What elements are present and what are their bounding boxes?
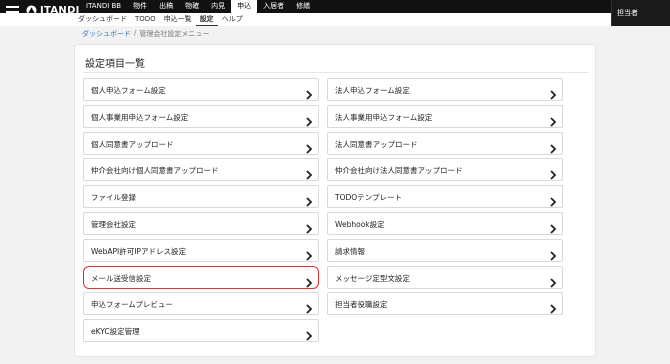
chevron-right-icon xyxy=(305,165,313,181)
settings-item[interactable]: 仲介会社向け個人同意書アップロード xyxy=(83,158,319,182)
settings-item-label: eKYC設定管理 xyxy=(91,327,140,337)
settings-item-label: 個人同意書アップロード xyxy=(91,139,174,149)
settings-item-label: メール送受信設定 xyxy=(91,273,151,283)
chevron-right-icon xyxy=(549,112,557,127)
main-nav-item-active[interactable]: 申込 xyxy=(231,0,258,13)
chevron-right-icon xyxy=(305,273,313,288)
main-nav-item[interactable]: 内見 xyxy=(205,0,231,13)
chevron-right-icon xyxy=(305,299,313,315)
title-divider xyxy=(83,72,589,73)
chevron-right-icon xyxy=(305,326,313,341)
chevron-right-icon xyxy=(549,165,557,181)
settings-item-label: Webhook設定 xyxy=(335,220,385,229)
settings-item[interactable]: 法人申込フォーム設定 xyxy=(327,78,563,101)
settings-item-label: メッセージ定型文設定 xyxy=(335,273,410,283)
settings-item-label: 担当者役職設定 xyxy=(335,300,388,310)
subnav-item-applications[interactable]: 申込一覧 xyxy=(160,13,196,26)
chevron-right-icon xyxy=(305,85,313,100)
settings-item-label: 個人事業用申込フォーム設定 xyxy=(91,112,189,122)
settings-item-label: 申込フォームプレビュー xyxy=(91,300,173,310)
settings-item[interactable]: メッセージ定型文設定 xyxy=(327,265,563,289)
settings-item[interactable]: 管理会社設定 xyxy=(83,212,319,235)
chevron-right-icon xyxy=(305,112,313,127)
settings-item[interactable]: 申込フォームプレビュー xyxy=(83,292,319,316)
breadcrumb-separator: / xyxy=(134,29,137,37)
settings-item-label: WebAPI許可IPアドレス設定 xyxy=(91,246,186,256)
chevron-right-icon xyxy=(549,299,557,315)
settings-card: 設定項目一覧 個人申込フォーム設定個人事業用申込フォーム設定 個人同意書アップロー… xyxy=(75,45,595,356)
user-menu[interactable]: 担当者 xyxy=(611,0,670,26)
settings-item-label: 仲介会社向け法人同意書アップロード xyxy=(335,166,463,176)
main-nav-item[interactable]: 入居者 xyxy=(257,0,290,13)
main-nav-item[interactable]: 出稿 xyxy=(153,0,179,13)
settings-item-label: 法人同意書アップロード xyxy=(335,139,418,149)
chevron-right-icon xyxy=(549,219,557,234)
settings-item[interactable]: 請求情報 xyxy=(327,238,563,262)
chevron-right-icon xyxy=(305,192,313,207)
subnav-item-settings[interactable]: 設定 xyxy=(195,13,218,26)
settings-item[interactable]: メール送受信設定 xyxy=(83,265,319,289)
chevron-right-icon xyxy=(305,246,313,261)
settings-item-label: 仲介会社向け個人同意書アップロード xyxy=(91,166,219,176)
settings-item[interactable]: TODOテンプレート xyxy=(327,185,563,209)
settings-item[interactable]: 個人申込フォーム設定 xyxy=(83,78,319,101)
settings-item[interactable]: 仲介会社向け法人同意書アップロード xyxy=(327,158,563,182)
settings-item-label: ファイル登録 xyxy=(91,193,136,203)
settings-item[interactable]: Webhook設定 xyxy=(327,212,563,235)
settings-item[interactable]: WebAPI許可IPアドレス設定 xyxy=(83,238,319,262)
subnav-item-todo[interactable]: TODO xyxy=(131,13,160,26)
main-nav-item[interactable]: ITANDI BB xyxy=(80,0,127,13)
sub-nav: ダッシュボード TODO 申込一覧 設定 ヘルプ xyxy=(0,13,611,26)
settings-item-label: 請求情報 xyxy=(335,246,365,256)
settings-item[interactable]: 担当者役職設定 xyxy=(327,292,563,316)
chevron-right-icon xyxy=(305,139,313,154)
chevron-right-icon xyxy=(549,85,557,100)
settings-item[interactable]: eKYC設定管理 xyxy=(83,319,319,343)
chevron-right-icon xyxy=(549,246,557,261)
main-nav-item[interactable]: 物確 xyxy=(179,0,205,13)
chevron-right-icon xyxy=(549,139,557,154)
settings-item[interactable]: 個人事業用申込フォーム設定 xyxy=(83,104,319,128)
page-title: 設定項目一覧 xyxy=(85,59,145,70)
settings-item-label: 管理会社設定 xyxy=(91,220,136,229)
settings-item[interactable]: 個人同意書アップロード xyxy=(83,131,319,155)
settings-item[interactable]: 法人事業用申込フォーム設定 xyxy=(327,104,563,128)
settings-item-label: 法人事業用申込フォーム設定 xyxy=(335,112,433,122)
breadcrumb: ダッシュボード / 管理会社設定メニュー xyxy=(82,29,209,39)
user-name: 担当者 xyxy=(617,9,638,17)
settings-item-label: TODOテンプレート xyxy=(335,193,402,203)
subnav-item-help[interactable]: ヘルプ xyxy=(218,13,247,26)
chevron-right-icon xyxy=(305,219,313,234)
main-nav-item[interactable]: 修繕 xyxy=(290,0,316,13)
subnav-item-dashboard[interactable]: ダッシュボード xyxy=(74,13,131,26)
chevron-right-icon xyxy=(549,273,557,288)
settings-item-label: 法人申込フォーム設定 xyxy=(335,86,410,95)
main-nav-item[interactable]: 物件 xyxy=(127,0,153,13)
chevron-right-icon xyxy=(549,192,557,207)
settings-item[interactable]: 法人同意書アップロード xyxy=(327,131,563,155)
main-nav: ITANDI BB 物件 出稿 物確 内見 申込 入居者 修繕 xyxy=(80,0,316,13)
settings-item[interactable]: ファイル登録 xyxy=(83,185,319,209)
breadcrumb-home-link[interactable]: ダッシュボード xyxy=(82,29,131,39)
breadcrumb-current: 管理会社設定メニュー xyxy=(139,30,210,38)
settings-item-label: 個人申込フォーム設定 xyxy=(91,86,166,95)
